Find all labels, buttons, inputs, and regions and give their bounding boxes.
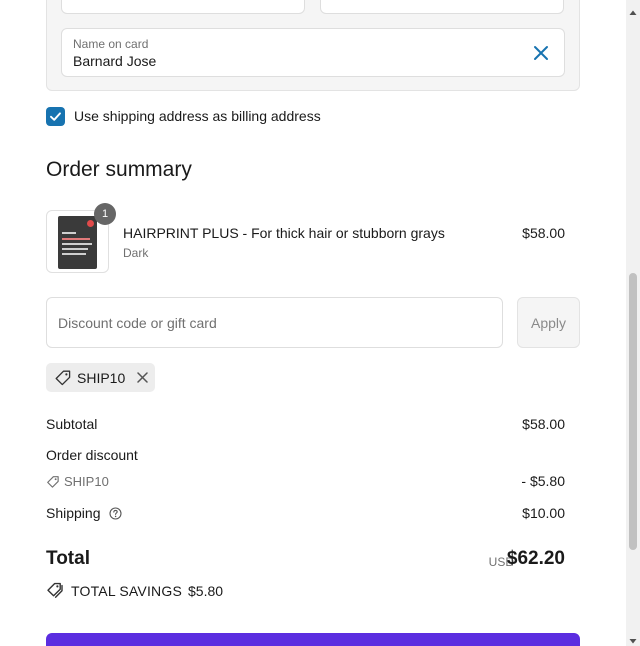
shipping-label: Shipping [46,505,101,521]
apply-discount-button[interactable]: Apply [517,297,580,348]
checkout-main: Name on card Barnard Jose Use shipping a… [0,0,626,646]
discount-code-input[interactable] [46,297,503,348]
applied-discount-chip: SHIP10 [46,363,155,392]
billing-checkbox[interactable] [46,106,65,126]
credit-card-panel: Name on card Barnard Jose [46,0,580,91]
scrollbar-thumb[interactable] [629,273,637,550]
quantity-badge: 1 [94,203,116,225]
tags-icon [47,582,63,598]
name-on-card-field[interactable]: Name on card Barnard Jose [61,28,565,77]
name-on-card-value[interactable]: Barnard Jose [73,53,156,69]
product-variant: Dark [123,246,149,260]
tag-icon [47,475,59,488]
order-summary-title: Order summary [46,158,192,181]
billing-same-as-shipping-row: Use shipping address as billing address [46,106,321,126]
subtotal-label: Subtotal [46,416,98,432]
product-name: HAIRPRINT PLUS - For thick hair or stubb… [123,225,445,241]
security-code-field[interactable] [320,0,564,14]
remove-discount-button[interactable] [136,371,149,384]
shipping-value: $10.00 [522,505,565,521]
close-icon [137,372,148,383]
total-label: Total [46,548,90,569]
name-on-card-label: Name on card [73,37,149,51]
order-discount-code-text: SHIP10 [64,474,109,489]
scroll-up-icon[interactable] [629,4,637,15]
tag-icon [55,370,71,385]
check-icon [50,111,61,121]
subtotal-value: $58.00 [522,416,565,432]
total-savings-value: $5.80 [188,582,224,599]
scroll-down-icon[interactable] [629,632,637,644]
page-scrollbar[interactable] [626,0,640,646]
product-image [58,216,97,269]
order-discount-label: Order discount [46,447,138,463]
order-discount-code: SHIP10 [46,474,109,489]
expiration-date-field[interactable] [61,0,305,14]
shipping-row: Shipping [46,505,122,521]
billing-checkbox-label[interactable]: Use shipping address as billing address [74,108,321,124]
total-value: $62.20 [506,548,565,569]
total-savings-row: TOTAL SAVINGS $5.80 [46,582,223,599]
total-savings-label: TOTAL SAVINGS [71,582,182,599]
product-price: $58.00 [522,225,565,241]
pay-now-button[interactable] [46,633,580,646]
help-icon[interactable] [109,507,122,520]
order-discount-value: - $5.80 [521,473,565,489]
applied-discount-code: SHIP10 [77,369,126,386]
close-icon[interactable] [532,44,550,62]
